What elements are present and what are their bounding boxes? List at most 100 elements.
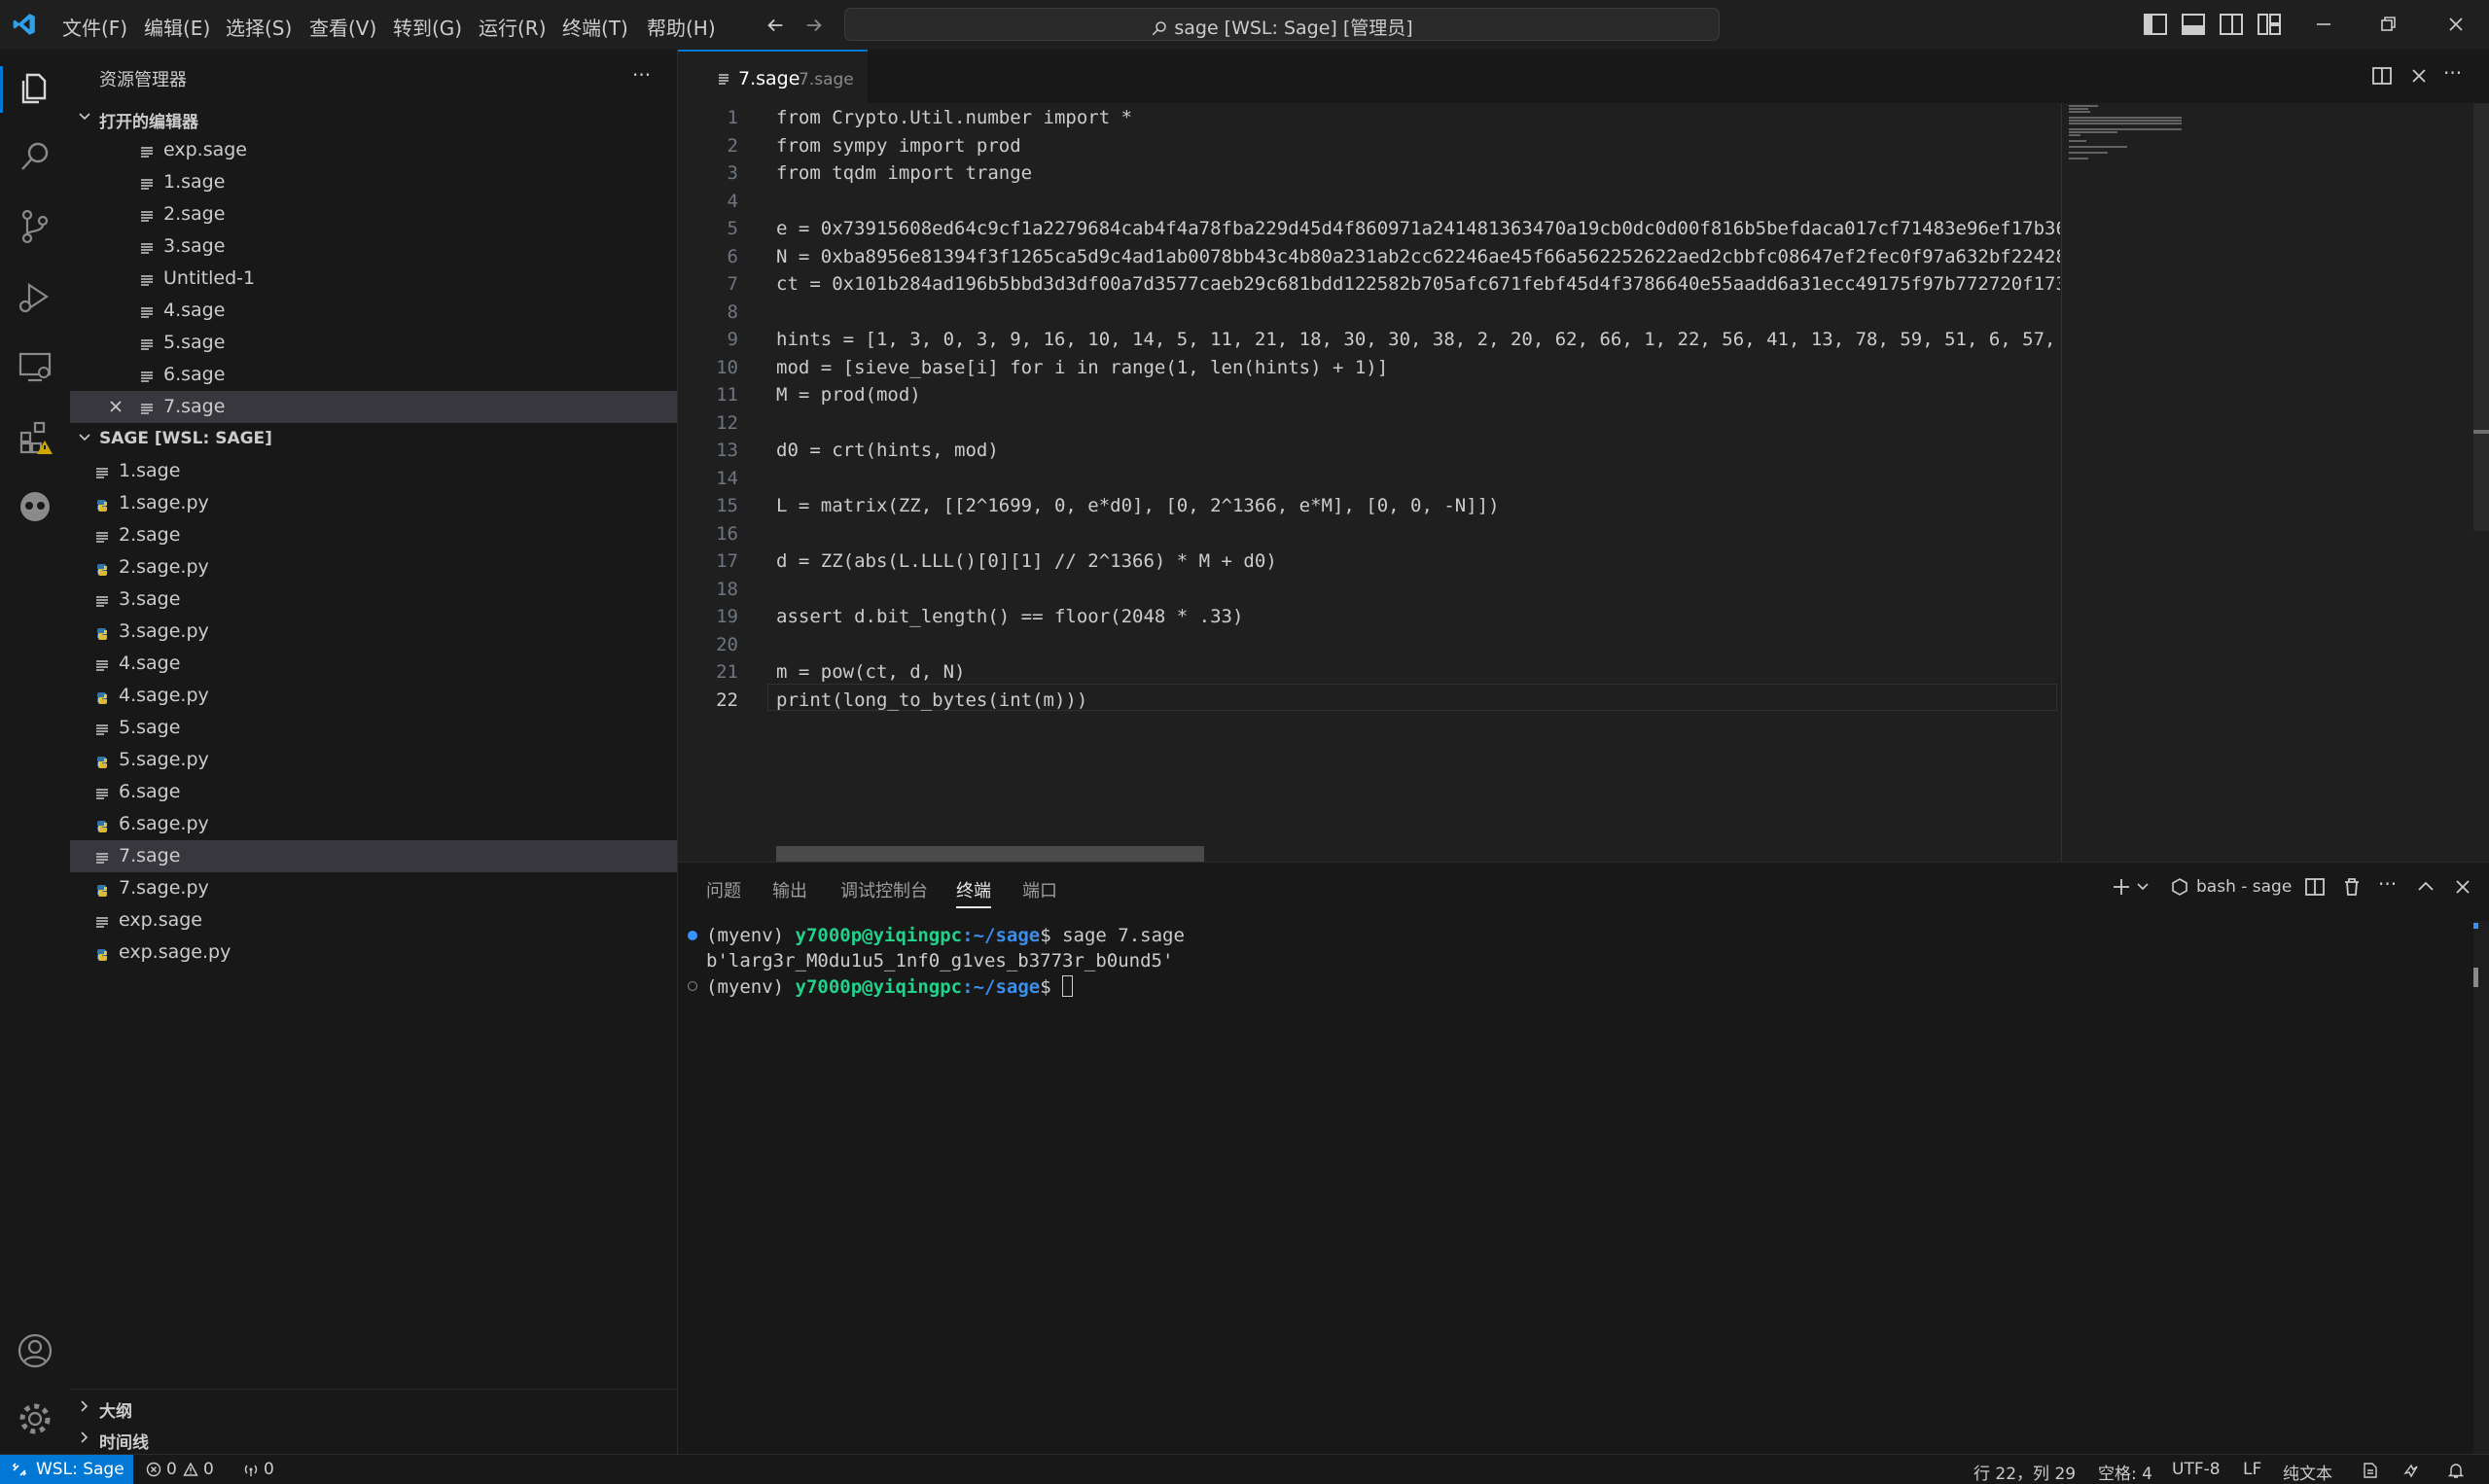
indentation[interactable]: 空格: 4	[2098, 1460, 2152, 1484]
line-number: 20	[716, 633, 738, 655]
menu-item[interactable]: 文件(F)	[62, 13, 127, 41]
toggle-secondary-sidebar-icon[interactable]	[2220, 14, 2243, 35]
source-control-icon[interactable]	[14, 205, 56, 248]
toggle-panel-icon[interactable]	[2182, 14, 2205, 35]
menu-item[interactable]: 帮助(H)	[647, 13, 716, 41]
open-editor-item[interactable]: 7.sage	[70, 391, 677, 423]
file-tree-item[interactable]: 1.sage	[70, 455, 677, 487]
arrow-left-icon[interactable]	[764, 15, 786, 36]
run-and-debug-icon[interactable]	[14, 275, 56, 318]
open-editor-item[interactable]: Untitled-1	[70, 263, 677, 295]
ports-indicator[interactable]: 0	[243, 1455, 292, 1484]
tab-7-sage[interactable]: 7.sage 7.sage	[678, 50, 868, 103]
panel-tab[interactable]: 终端	[956, 877, 991, 908]
remote-explorer-icon[interactable]	[14, 345, 56, 388]
outline-section[interactable]: 大纲	[70, 1392, 677, 1424]
menu-item[interactable]: 运行(R)	[479, 13, 547, 41]
minimize-icon[interactable]	[2312, 14, 2335, 35]
open-editor-item[interactable]: exp.sage	[70, 134, 677, 166]
scrollbar-marker	[2473, 430, 2489, 434]
file-tree-item[interactable]: 5.sage	[70, 712, 677, 744]
open-editor-item[interactable]: 4.sage	[70, 295, 677, 327]
cursor-position[interactable]: 行 22，列 29	[1973, 1460, 2076, 1484]
panel-tab[interactable]: 端口	[1022, 877, 1057, 902]
file-tree-item[interactable]: 6.sage.py	[70, 808, 677, 840]
file-tree-item[interactable]: 3.sage	[70, 583, 677, 616]
file-tree-item[interactable]: 2.sage	[70, 519, 677, 551]
split-editor-icon[interactable]	[2371, 65, 2393, 87]
close-icon[interactable]	[109, 400, 123, 413]
file-tree-item[interactable]: 4.sage.py	[70, 680, 677, 712]
remote-indicator[interactable]: WSL: Sage	[0, 1455, 133, 1484]
encoding[interactable]: UTF-8	[2172, 1460, 2221, 1479]
open-editor-item[interactable]: 1.sage	[70, 166, 677, 198]
menu-item[interactable]: 转到(G)	[393, 13, 462, 41]
panel-more-icon[interactable]: ···	[2378, 872, 2397, 896]
editor-settings-icon[interactable]	[2362, 1462, 2379, 1479]
close-editor-icon[interactable]	[2408, 65, 2430, 87]
split-terminal-icon[interactable]	[2304, 876, 2326, 898]
chevron-down-icon[interactable]	[2136, 880, 2150, 894]
close-window-icon[interactable]	[2444, 14, 2468, 35]
minimap[interactable]	[2067, 103, 2182, 862]
open-editor-item[interactable]: 2.sage	[70, 198, 677, 230]
trash-icon[interactable]	[2341, 876, 2363, 898]
horizontal-scrollbar-thumb[interactable]	[776, 846, 1204, 862]
workspace-section[interactable]: SAGE [WSL: SAGE]	[70, 423, 677, 455]
panel-tab[interactable]: 调试控制台	[840, 877, 928, 902]
open-editor-item[interactable]: 3.sage	[70, 230, 677, 263]
open-editors-section[interactable]: 打开的编辑器	[70, 102, 677, 134]
line-number: 4	[727, 190, 738, 212]
terminal-line-3[interactable]: (myenv) y7000p@yiqingpc:~/sage$	[706, 975, 1074, 998]
more-actions-icon[interactable]: ···	[632, 63, 651, 87]
text-file-icon	[95, 849, 109, 864]
extensions-warning-icon[interactable]	[14, 415, 56, 458]
manage-gear-icon[interactable]	[14, 1397, 56, 1440]
editor-more-icon[interactable]: ···	[2443, 61, 2462, 85]
maximize-panel-icon[interactable]	[2415, 876, 2436, 898]
file-tree-item[interactable]: exp.sage.py	[70, 936, 677, 969]
terminal-name[interactable]: bash - sage	[2196, 877, 2292, 897]
vertical-scrollbar[interactable]	[2473, 103, 2489, 531]
menu-item[interactable]: 终端(T)	[562, 13, 628, 41]
file-tree-item[interactable]: 5.sage.py	[70, 744, 677, 776]
menu-item[interactable]: 编辑(E)	[144, 13, 210, 41]
timeline-section[interactable]: 时间线	[70, 1423, 677, 1455]
terminal-cursor	[1062, 975, 1074, 997]
copilot-status-icon[interactable]	[2402, 1462, 2420, 1479]
file-tree-item[interactable]: 7.sage	[70, 840, 677, 872]
terminal-scrollbar[interactable]	[2473, 921, 2489, 1455]
notifications-bell-icon[interactable]	[2447, 1462, 2465, 1479]
code-editor[interactable]: 1 from Crypto.Util.number import * 2 from s…	[678, 103, 2489, 862]
file-tree-item[interactable]: 2.sage.py	[70, 551, 677, 583]
file-tree-item[interactable]: 6.sage	[70, 776, 677, 808]
file-tree-item[interactable]: 7.sage.py	[70, 872, 677, 904]
accounts-icon[interactable]	[14, 1329, 56, 1372]
search-icon[interactable]	[14, 135, 56, 178]
code-line: assert d.bit_length() == floor(2048 * .3…	[776, 606, 1244, 627]
line-number: 15	[716, 495, 738, 516]
menu-item[interactable]: 选择(S)	[226, 13, 292, 41]
toggle-primary-sidebar-icon[interactable]	[2144, 14, 2167, 35]
file-tree-item[interactable]: 3.sage.py	[70, 616, 677, 648]
end-of-line[interactable]: LF	[2243, 1460, 2261, 1479]
open-editor-item[interactable]: 5.sage	[70, 327, 677, 359]
restore-icon[interactable]	[2377, 14, 2400, 35]
panel-tab[interactable]: 输出	[772, 877, 807, 902]
file-tree-item[interactable]: 4.sage	[70, 648, 677, 680]
problems-indicator[interactable]: 0 0	[146, 1455, 224, 1484]
language-mode[interactable]: 纯文本	[2283, 1460, 2332, 1484]
panel-tab[interactable]: 问题	[706, 877, 741, 902]
arrow-right-icon[interactable]	[803, 15, 825, 36]
customize-layout-icon[interactable]	[2258, 14, 2281, 35]
menu-item[interactable]: 查看(V)	[309, 13, 376, 41]
file-name: 3.sage.py	[119, 620, 209, 642]
open-editor-item[interactable]: 6.sage	[70, 359, 677, 391]
explorer-icon[interactable]	[14, 67, 56, 110]
close-panel-icon[interactable]	[2452, 876, 2473, 898]
new-terminal-plus-icon[interactable]	[2111, 876, 2132, 898]
file-tree-item[interactable]: exp.sage	[70, 904, 677, 936]
command-center-search[interactable]: sage [WSL: Sage] [管理员]	[844, 8, 1720, 41]
copilot-icon[interactable]	[14, 485, 56, 528]
file-tree-item[interactable]: 1.sage.py	[70, 487, 677, 519]
